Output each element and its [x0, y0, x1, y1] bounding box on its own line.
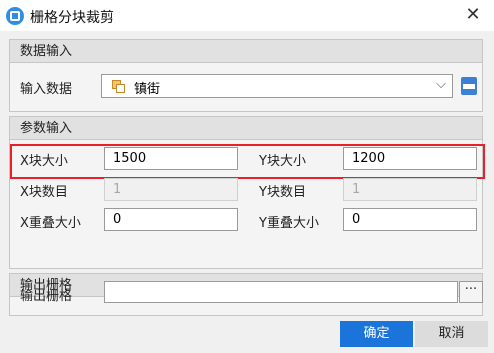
- input-data-label: 输入数据: [20, 82, 73, 97]
- database-button[interactable]: [457, 74, 481, 98]
- window-title: 栅格分块裁剪: [30, 10, 114, 26]
- y-overlap-label: Y重叠大小: [259, 216, 319, 231]
- cancel-button[interactable]: 取消: [415, 321, 488, 347]
- title-bar: 栅格分块裁剪 ✕: [0, 0, 494, 31]
- y-overlap-input[interactable]: 0: [343, 208, 477, 231]
- output-raster-input[interactable]: [104, 281, 458, 303]
- dataset-icon: [112, 80, 125, 93]
- app-icon: [6, 7, 24, 25]
- close-button[interactable]: ✕: [462, 4, 484, 26]
- highlight-box: [10, 144, 485, 179]
- y-block-count-input: 1: [343, 178, 477, 201]
- param-input-header: 参数输入: [10, 117, 482, 140]
- x-block-count-label: X块数目: [20, 185, 68, 200]
- x-block-count-input: 1: [104, 178, 238, 201]
- y-block-count-label: Y块数目: [259, 185, 306, 200]
- input-data-value: 镇街: [134, 82, 161, 97]
- input-data-select[interactable]: 镇街 ⌵: [101, 74, 453, 98]
- x-overlap-label: X重叠大小: [20, 216, 81, 231]
- ok-button[interactable]: 确定: [340, 321, 413, 347]
- x-overlap-input[interactable]: 0: [104, 208, 238, 231]
- browse-button[interactable]: ···: [459, 281, 483, 303]
- chevron-down-icon[interactable]: ⌵: [436, 77, 446, 92]
- data-input-header: 数据输入: [10, 40, 482, 63]
- output-raster-label: 输出栅格: [20, 289, 73, 304]
